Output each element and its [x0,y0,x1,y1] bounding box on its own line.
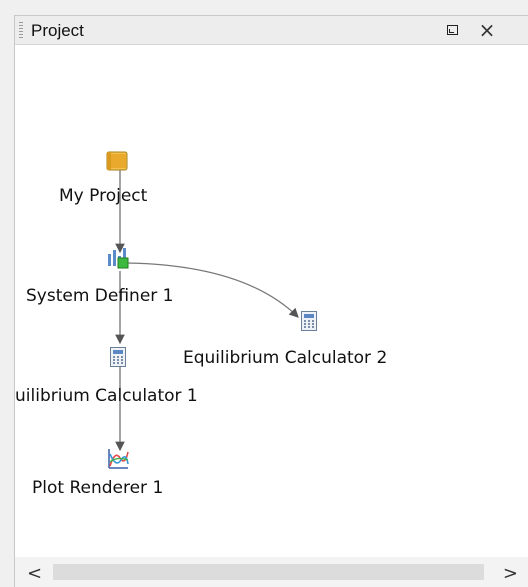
calculator-icon[interactable] [301,311,317,336]
close-button[interactable]: × [477,20,497,40]
scroll-left-icon[interactable]: < [27,563,42,584]
system-definer-icon[interactable] [106,246,132,275]
scroll-right-icon[interactable]: > [503,563,518,584]
node-label-equilibrium-calculator-2[interactable]: Equilibrium Calculator 2 [183,348,387,368]
calculator-icon[interactable] [110,347,126,372]
project-folder-icon[interactable] [106,151,128,176]
scrollbar-thumb[interactable] [53,564,484,580]
drag-grip-icon[interactable] [19,22,23,38]
project-panel: Project × My Project System Definer 1 ui… [14,15,528,587]
node-label-system-definer-1[interactable]: System Definer 1 [26,286,174,306]
panel-title: Project [31,21,84,40]
plot-icon[interactable] [107,448,129,475]
node-label-equilibrium-calculator-1[interactable]: uilibrium Calculator 1 [15,386,198,406]
restore-window-icon[interactable] [442,21,462,39]
node-label-my-project[interactable]: My Project [59,186,147,206]
node-label-plot-renderer-1[interactable]: Plot Renderer 1 [32,478,163,498]
close-icon[interactable]: × [479,20,496,40]
horizontal-scrollbar[interactable]: < > [15,557,528,587]
project-tree-canvas[interactable]: My Project System Definer 1 uilibrium Ca… [15,45,528,558]
panel-titlebar[interactable]: Project × [15,16,528,45]
